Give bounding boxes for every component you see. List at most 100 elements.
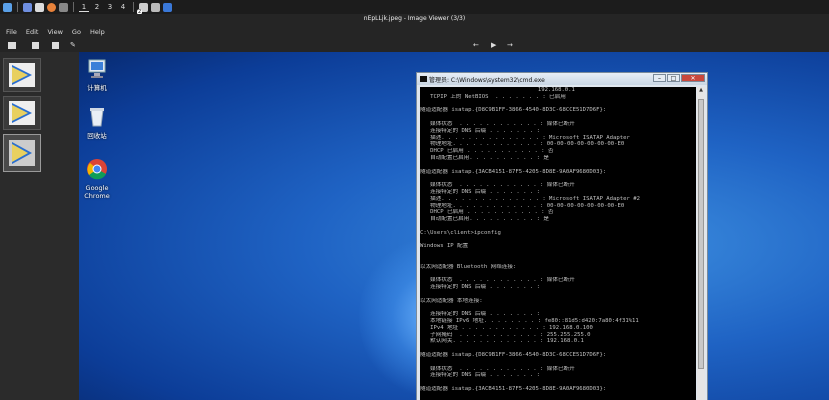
workspace-3[interactable]: 3	[105, 3, 115, 11]
maximize-button[interactable]: □	[667, 74, 680, 82]
tray-icon[interactable]: 2	[137, 2, 148, 15]
console-line: 描述. . . . . . . . . . . . . . . : Micros…	[420, 134, 630, 141]
menu-help[interactable]: Help	[90, 28, 105, 36]
console-line: 本地链接 IPv6 地址. . . . . . . . : fe80::81d5…	[420, 318, 639, 325]
workspace-2[interactable]: 2	[92, 3, 102, 11]
console-line: 媒体状态 . . . . . . . . . . . . : 媒体已断开	[420, 182, 575, 189]
console-line: 媒体状态 . . . . . . . . . . . . : 媒体已断开	[420, 120, 575, 127]
console-line: 以太网适配器 本地连接:	[420, 297, 483, 304]
desktop-icon-recycle-bin[interactable]: 回收站	[79, 106, 117, 140]
console-line: 自动配置已启用. . . . . . . . . . : 是	[420, 154, 549, 161]
app-icon[interactable]	[151, 2, 160, 12]
console-line: 默认网关. . . . . . . . . . . . . : 192.168.…	[420, 338, 584, 345]
image-thumbnail-icon	[9, 140, 35, 166]
save-icon[interactable]	[32, 42, 39, 49]
console-line: IPv4 地址 . . . . . . . . . . . . : 192.16…	[420, 324, 593, 331]
menu-edit[interactable]: Edit	[26, 28, 39, 36]
desktop-icon-label: 回收站	[87, 132, 107, 140]
launcher-icon[interactable]	[3, 2, 12, 12]
menu-bar: File Edit View Go Help	[0, 26, 829, 38]
cmd-window[interactable]: 管理员: C:\Windows\system32\cmd.exe – □ ✕ 1…	[416, 72, 708, 400]
console-line: 隧道适配器 isatap.{3ACB4151-87F5-4205-8D8E-9A…	[420, 386, 607, 393]
menu-view[interactable]: View	[47, 28, 62, 36]
folder-icon[interactable]	[35, 2, 44, 12]
thumbnail-sidebar	[0, 52, 44, 400]
console-line: TCPIP 上的 NetBIOS . . . . . . . : 已启用	[420, 93, 566, 100]
console-line: 自动配置已启用. . . . . . . . . . : 是	[420, 216, 549, 223]
taskbar: 1 2 3 4 2	[0, 0, 829, 15]
desktop-icon-label: Google Chrome	[84, 184, 110, 200]
workspace-4[interactable]: 4	[118, 3, 128, 11]
window-title: nEpLLjk.jpeg - Image Viewer (3/3)	[363, 15, 466, 22]
desktop-icon-chrome[interactable]: Google Chrome	[79, 158, 117, 200]
chrome-icon	[87, 159, 107, 180]
firefox-icon[interactable]	[47, 2, 56, 12]
window-icon[interactable]	[23, 2, 32, 12]
save-as-icon[interactable]	[52, 42, 59, 49]
console-line: 描述. . . . . . . . . . . . . . . : Micros…	[420, 195, 640, 202]
computer-icon	[88, 59, 106, 78]
console-line: DHCP 已启用 . . . . . . . . . . . : 否	[420, 209, 554, 216]
console-line: 子网掩码 . . . . . . . . . . . . : 255.255.2…	[420, 331, 591, 338]
toolbar: ✎ ← ▶ →	[0, 38, 829, 52]
console-line: 连接特定的 DNS 后缀 . . . . . . . :	[420, 127, 540, 134]
cmd-title: 管理员: C:\Windows\system32\cmd.exe	[429, 77, 545, 84]
console-line: 媒体状态 . . . . . . . . . . . . : 媒体已断开	[420, 365, 575, 372]
desktop-icon-label: 计算机	[87, 84, 107, 92]
recycle-bin-icon	[90, 108, 104, 127]
image-canvas: 计算机 回收站 Google Chrome 管理员: C:\Windows\sy…	[79, 52, 829, 400]
console-line: 隧道适配器 isatap.{3ACB4151-87F5-4205-8D8E-9A…	[420, 168, 607, 175]
console-line: 连接特定的 DNS 后缀 . . . . . . . :	[420, 311, 540, 318]
image-viewer-icon[interactable]	[163, 2, 172, 12]
console-line: 物理地址. . . . . . . . . . . . . : 00-00-00…	[420, 141, 625, 148]
open-icon[interactable]	[8, 42, 16, 49]
scrollbar[interactable]: ▲	[697, 87, 705, 400]
close-button[interactable]: ✕	[681, 74, 705, 82]
console-line: 连接特定的 DNS 后缀 . . . . . . . :	[420, 372, 540, 379]
thumbnail-1[interactable]	[3, 58, 41, 92]
image-thumbnail-icon	[9, 63, 35, 87]
thumbnail-3[interactable]	[3, 134, 41, 172]
minimize-button[interactable]: –	[653, 74, 666, 82]
console-output[interactable]: 192.168.0.1 TCPIP 上的 NetBIOS . . . . . .…	[420, 87, 696, 400]
cmd-title-bar[interactable]: 管理员: C:\Windows\system32\cmd.exe – □ ✕	[417, 73, 707, 85]
desktop-icon-computer[interactable]: 计算机	[79, 58, 117, 92]
separator	[17, 2, 18, 12]
menu-go[interactable]: Go	[72, 28, 81, 36]
next-button[interactable]: →	[507, 40, 513, 50]
edit-icon[interactable]: ✎	[70, 40, 76, 50]
image-thumbnail-icon	[9, 101, 35, 125]
console-line: 媒体状态 . . . . . . . . . . . . : 媒体已断开	[420, 277, 575, 284]
app-icon[interactable]	[59, 2, 68, 12]
console-line: 隧道适配器 isatap.{D8C9B1FF-3866-4540-8D3C-68…	[420, 107, 607, 114]
console-line: DHCP 已启用 . . . . . . . . . . . : 否	[420, 148, 554, 155]
separator	[133, 2, 134, 12]
menu-file[interactable]: File	[6, 28, 17, 36]
previous-button[interactable]: ←	[473, 40, 479, 50]
play-button[interactable]: ▶	[491, 40, 496, 50]
console-line: 隧道适配器 isatap.{D8C9B1FF-3866-4540-8D3C-68…	[420, 352, 607, 359]
workspace-1[interactable]: 1	[79, 3, 89, 12]
console-line: 连接特定的 DNS 后缀 . . . . . . . :	[420, 188, 540, 195]
title-bar: nEpLLjk.jpeg - Image Viewer (3/3)	[0, 14, 829, 26]
console-line: 192.168.0.1	[420, 87, 575, 93]
scroll-up-icon[interactable]: ▲	[697, 87, 705, 95]
console-line: 物理地址. . . . . . . . . . . . . : 00-00-00…	[420, 202, 625, 209]
scrollbar-thumb[interactable]	[698, 99, 704, 369]
cmd-icon	[420, 76, 427, 82]
console-line: 以太网适配器 Bluetooth 网络连接:	[420, 263, 517, 270]
thumbnail-2[interactable]	[3, 96, 41, 130]
